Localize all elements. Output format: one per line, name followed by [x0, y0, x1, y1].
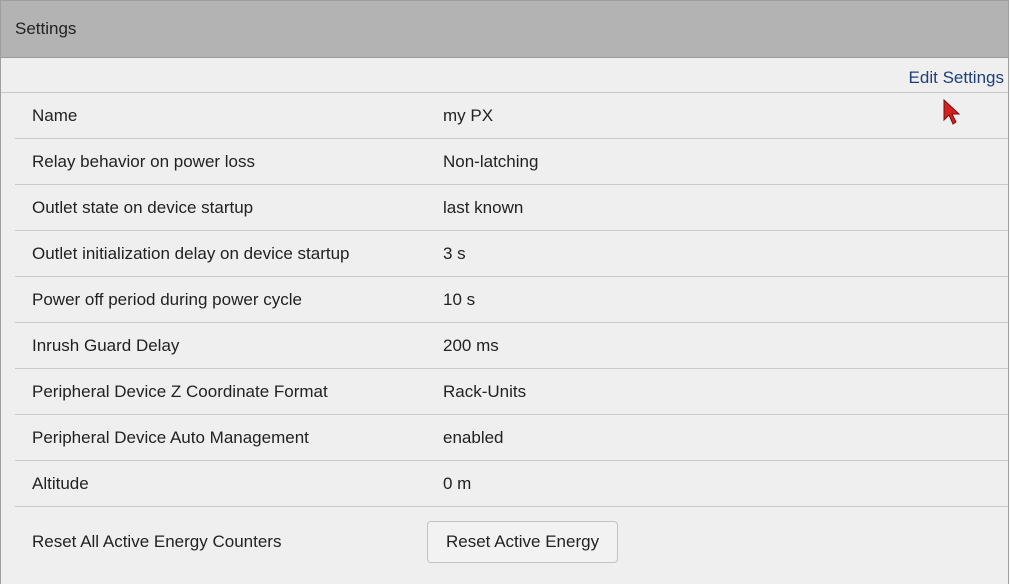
- setting-label: Altitude: [32, 473, 89, 493]
- setting-label: Inrush Guard Delay: [32, 335, 180, 355]
- panel-header: Settings: [1, 0, 1008, 58]
- settings-row-relay-behavior: Relay behavior on power loss Non-latchin…: [15, 139, 1008, 185]
- setting-label: Relay behavior on power loss: [32, 151, 256, 171]
- settings-row-inrush-guard: Inrush Guard Delay 200 ms: [15, 323, 1008, 369]
- setting-label: Peripheral Device Auto Management: [32, 427, 309, 447]
- setting-value: enabled: [443, 427, 504, 447]
- settings-row-altitude: Altitude 0 m: [15, 461, 1008, 507]
- setting-label: Reset All Active Energy Counters: [32, 532, 282, 551]
- mouse-cursor-icon: [943, 98, 961, 125]
- setting-value: my PX: [443, 105, 494, 125]
- edit-settings-link[interactable]: Edit Settings: [909, 68, 1004, 88]
- panel-toolbar: Edit Settings: [1, 58, 1008, 93]
- settings-row-z-coordinate-format: Peripheral Device Z Coordinate Format Ra…: [15, 369, 1008, 415]
- setting-label: Peripheral Device Z Coordinate Format: [32, 381, 328, 401]
- setting-label: Power off period during power cycle: [32, 289, 302, 309]
- setting-value: Non-latching: [443, 151, 539, 171]
- setting-value: 200 ms: [443, 335, 499, 355]
- setting-value: 0 m: [443, 473, 472, 493]
- setting-label: Name: [32, 105, 78, 125]
- settings-row-outlet-init-delay: Outlet initialization delay on device st…: [15, 231, 1008, 277]
- setting-value: last known: [443, 197, 524, 217]
- settings-row-power-off-period: Power off period during power cycle 10 s: [15, 277, 1008, 323]
- settings-row-outlet-state: Outlet state on device startup last know…: [15, 185, 1008, 231]
- panel-title: Settings: [15, 19, 77, 38]
- settings-row-auto-management: Peripheral Device Auto Management enable…: [15, 415, 1008, 461]
- setting-label: Outlet state on device startup: [32, 197, 254, 217]
- settings-row-name: Name my PX: [15, 93, 1008, 139]
- setting-value: Reset Active Energy: [427, 521, 1008, 563]
- setting-value: 3 s: [443, 243, 466, 263]
- setting-value: Rack-Units: [443, 381, 527, 401]
- settings-panel: Settings Edit Settings Name my PX Relay …: [0, 0, 1009, 584]
- setting-value: 10 s: [443, 289, 476, 309]
- reset-active-energy-button[interactable]: Reset Active Energy: [427, 521, 619, 563]
- settings-row-reset-energy: Reset All Active Energy Counters Reset A…: [15, 507, 1008, 577]
- settings-table: Name my PX Relay behavior on power loss …: [15, 93, 1008, 577]
- setting-label: Outlet initialization delay on device st…: [32, 243, 350, 263]
